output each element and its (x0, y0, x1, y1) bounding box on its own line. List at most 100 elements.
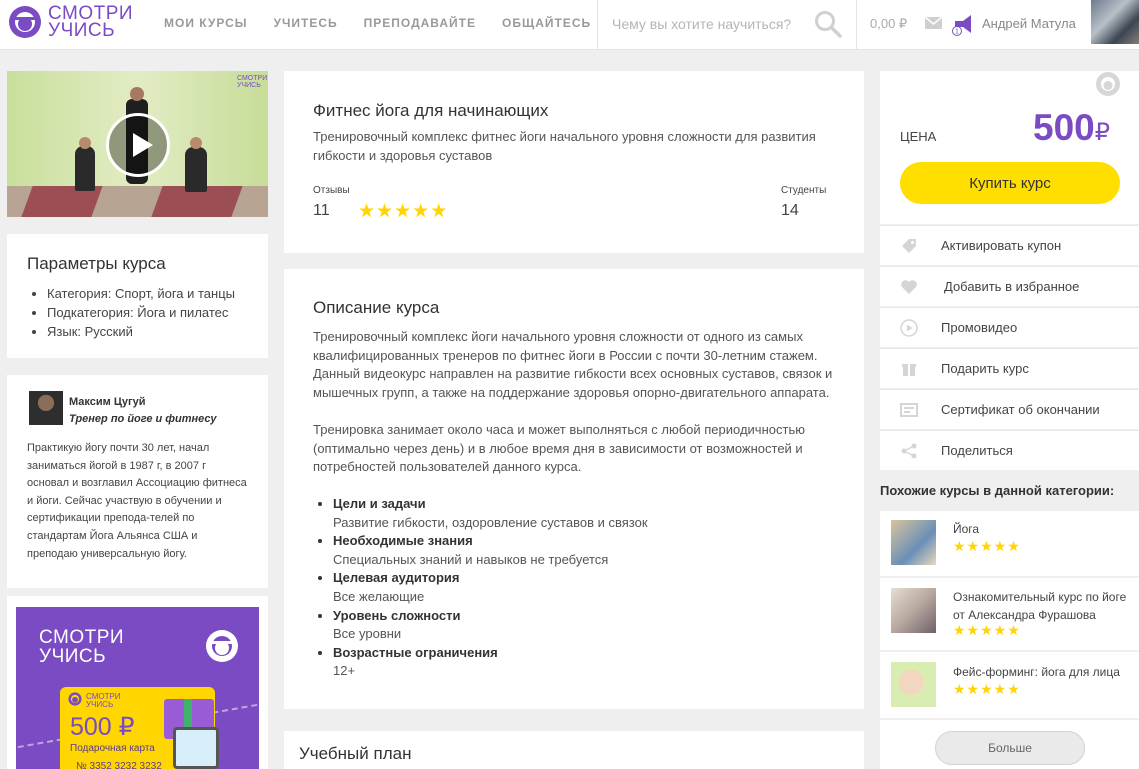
action-promo-video[interactable]: Промовидео (880, 307, 1139, 347)
similar-course-name[interactable]: Ознакомительный курс по йоге от Александ… (953, 588, 1133, 624)
play-button[interactable] (106, 113, 170, 177)
reviews-label: Отзывы (313, 185, 350, 196)
svg-text:1: 1 (955, 29, 959, 36)
gift-card-brand: СМОТРИ УЧИСЬ (86, 692, 121, 709)
rating-stars: ★★★★★ (953, 538, 1021, 554)
trainer-card: Максим Цугуй Тренер по йоге и фитнесу Пр… (7, 375, 268, 588)
trainer-photo[interactable] (29, 391, 63, 425)
search-input[interactable] (612, 13, 802, 35)
certificate-icon (900, 403, 918, 417)
top-header: СМОТРИ УЧИСЬ Мои курсы Учитесь Преподава… (0, 0, 1139, 50)
params-title: Параметры курса (27, 254, 166, 273)
gift-card-promo[interactable]: СМОТРИ УЧИСЬ СМОТРИ УЧИСЬ 500 ₽ Подарочн… (16, 607, 259, 769)
fact-value: Все уровни (333, 626, 402, 642)
fact-label: Возрастные ограничения (333, 644, 648, 663)
course-params-card: Параметры курса Категория: Спорт, йога и… (7, 234, 268, 358)
fact-label: Необходимые знания (333, 532, 648, 551)
search-bar (597, 0, 857, 50)
user-name[interactable]: Андрей Матула (982, 16, 1076, 31)
course-video-player[interactable]: СМОТРИ УЧИСЬ (7, 71, 268, 217)
action-gift-course[interactable]: Подарить курс (880, 348, 1139, 388)
param-subcategory: Подкатегория: Йога и пилатес (47, 303, 235, 322)
notifications-horn-icon[interactable]: 1 (951, 12, 975, 36)
main-nav: Мои курсы Учитесь Преподавайте Общайтесь (164, 16, 617, 30)
action-share[interactable]: Поделиться (880, 430, 1139, 470)
share-icon (901, 443, 917, 459)
gift-card-label: Подарочная карта (70, 743, 155, 754)
action-add-favorite[interactable]: Добавить в избранное (880, 266, 1139, 306)
fact-value: 12+ (333, 663, 356, 679)
account-balance[interactable]: 0,00 ₽ (870, 16, 907, 32)
nav-my-courses[interactable]: Мои курсы (164, 16, 248, 30)
trainer-bio: Практикую йогу почти 30 лет, начал заним… (27, 442, 247, 560)
fact-value: Специальных знаний и навыков не требуетс… (333, 551, 609, 567)
search-icon[interactable] (814, 10, 842, 38)
trainer-name[interactable]: Максим Цугуй (69, 396, 145, 408)
heart-icon (901, 280, 917, 294)
curriculum-card: Учебный план (284, 731, 864, 769)
buy-course-button[interactable]: Купить курс (900, 162, 1120, 204)
description-paragraph-2: Тренировка занимает около часа и может в… (313, 422, 805, 475)
course-info-card: Фитнес йога для начинающих Тренировочный… (284, 71, 864, 253)
rating-stars: ★★★★★ (953, 681, 1021, 697)
fact-label: Уровень сложности (333, 607, 648, 626)
fact-value: Все желающие (333, 588, 425, 604)
star-icon: ★ (376, 201, 395, 222)
reviews-count[interactable]: 11 (313, 202, 330, 220)
rating-stars: ★★★★★ (953, 622, 1021, 638)
play-circle-icon (900, 319, 918, 337)
param-language: Язык: Русский (47, 322, 235, 341)
user-avatar[interactable] (1091, 0, 1139, 44)
trainer-role: Тренер по йоге и фитнесу (69, 413, 217, 425)
promo-logo-icon (206, 630, 238, 662)
action-certificate[interactable]: Сертификат об окончании (880, 389, 1139, 429)
mail-icon[interactable] (925, 17, 942, 29)
similar-course-name[interactable]: Фейс-форминг: йога для лица (953, 663, 1133, 681)
tablet-icon (173, 727, 219, 769)
rating-stars: ★★★★★ (358, 200, 448, 223)
action-label: Активировать купон (941, 238, 1062, 253)
gift-icon (902, 364, 916, 376)
fact-label: Цели и задачи (333, 495, 648, 514)
students-count: 14 (781, 202, 799, 219)
action-label: Поделиться (941, 443, 1013, 458)
similar-course-item[interactable]: Фейс-форминг: йога для лица ★★★★★ (880, 652, 1139, 718)
description-card: Описание курса Тренировочный комплекс йо… (284, 269, 864, 709)
param-category: Категория: Спорт, йога и танцы (47, 284, 235, 303)
fact-value: Развитие гибкости, оздоровление суставов… (333, 514, 648, 530)
price-label: Цена (900, 129, 937, 144)
site-logo[interactable]: СМОТРИ УЧИСЬ (8, 3, 133, 43)
course-title: Фитнес йога для начинающих (313, 101, 549, 120)
star-icon: ★ (412, 201, 431, 222)
logo-icon (9, 6, 41, 38)
promo-logo-text-bottom: УЧИСЬ (39, 646, 107, 667)
similar-course-item[interactable]: Йога ★★★★★ (880, 511, 1139, 576)
similar-course-thumbnail[interactable] (891, 588, 936, 633)
nav-community[interactable]: Общайтесь (502, 16, 591, 30)
logo-text-bottom: УЧИСЬ (48, 20, 116, 41)
action-label: Добавить в избранное (944, 279, 1080, 294)
more-courses-button[interactable]: Больше (935, 731, 1085, 765)
action-label: Промовидео (941, 320, 1018, 335)
nav-teach[interactable]: Преподавайте (364, 16, 476, 30)
action-activate-coupon[interactable]: Активировать купон (880, 225, 1139, 265)
video-watermark-logo: СМОТРИ УЧИСЬ (237, 75, 268, 89)
description-paragraph-1: Тренировочный комплекс йоги начального у… (313, 329, 833, 400)
course-facts-list: Цели и задачи Развитие гибкости, оздоров… (333, 495, 648, 681)
course-badge-icon[interactable] (1095, 71, 1121, 97)
star-icon: ★ (394, 201, 413, 222)
nav-learn[interactable]: Учитесь (274, 16, 338, 30)
star-icon: ★ (358, 201, 377, 222)
gift-card-logo-icon (68, 692, 82, 706)
similar-course-thumbnail[interactable] (891, 520, 936, 565)
description-title: Описание курса (313, 298, 440, 317)
similar-courses-title: Похожие курсы в данной категории: (880, 483, 1115, 498)
star-icon: ★ (430, 201, 449, 222)
price-value: 500₽ (1033, 107, 1111, 148)
similar-course-thumbnail[interactable] (891, 662, 936, 707)
similar-course-item[interactable]: Ознакомительный курс по йоге от Александ… (880, 578, 1139, 650)
action-label: Подарить курс (941, 361, 1029, 376)
gift-card-price: 500 ₽ (70, 713, 135, 741)
promo-logo-text-top: СМОТРИ (39, 627, 125, 648)
similar-course-name[interactable]: Йога (953, 520, 1133, 538)
